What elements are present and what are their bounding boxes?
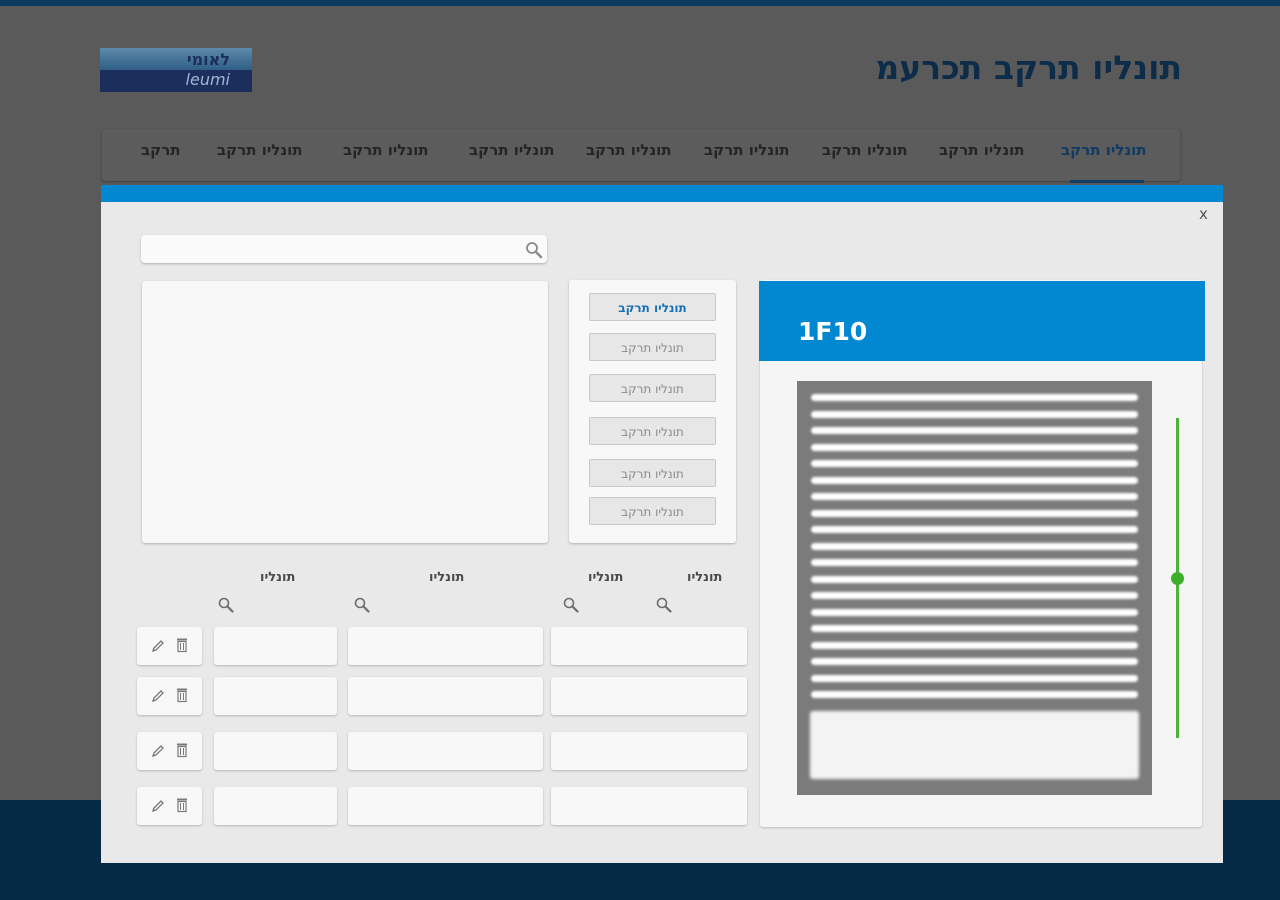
- table-cell[interactable]: [214, 677, 337, 715]
- table-cell[interactable]: [348, 787, 543, 825]
- leumi-logo[interactable]: לאומי leumi: [100, 48, 252, 92]
- nav-active-underline: [1070, 180, 1144, 183]
- table-cell[interactable]: [348, 627, 543, 665]
- doc-line: [811, 559, 1138, 566]
- zoom-slider-thumb[interactable]: [1171, 571, 1184, 585]
- doc-line: [811, 509, 1138, 517]
- modal-top-bar: [101, 185, 1223, 202]
- option-button-4[interactable]: תונליו תרקב: [589, 459, 716, 487]
- nav-item-3[interactable]: תונליו תרקב: [704, 141, 790, 159]
- close-button[interactable]: x: [1199, 205, 1208, 223]
- trash-icon[interactable]: [175, 742, 189, 758]
- edit-icon[interactable]: [151, 639, 165, 653]
- doc-line: [811, 476, 1138, 484]
- row-actions: [137, 732, 202, 770]
- doc-line: [811, 691, 1138, 698]
- edit-icon[interactable]: [151, 689, 165, 703]
- doc-line: [811, 394, 1138, 401]
- row-actions: [137, 787, 202, 825]
- doc-line: [811, 526, 1138, 533]
- nav-item-0[interactable]: תונליו תרקב: [1061, 141, 1147, 159]
- nav-item-7[interactable]: תונליו תרקב: [217, 141, 303, 159]
- doc-line: [811, 625, 1138, 632]
- trash-icon[interactable]: [175, 637, 189, 653]
- preview-code: 1F10: [798, 317, 868, 346]
- search-box: [141, 235, 547, 263]
- option-button-0[interactable]: תונליו תרקב: [589, 293, 716, 321]
- doc-line: [811, 674, 1138, 682]
- doc-line: [811, 575, 1138, 583]
- search-icon[interactable]: [525, 241, 543, 259]
- doc-footer-block: [810, 711, 1139, 779]
- column-search-icon[interactable]: [563, 597, 579, 613]
- logo-he: לאומי: [186, 50, 230, 69]
- edit-icon[interactable]: [151, 799, 165, 813]
- edit-icon[interactable]: [151, 744, 165, 758]
- text-area[interactable]: [142, 281, 548, 543]
- nav-item-2[interactable]: תונליו תרקב: [822, 141, 908, 159]
- table-cell[interactable]: [551, 677, 747, 715]
- doc-line: [811, 493, 1138, 500]
- column-header-2: תונליו: [429, 570, 465, 585]
- option-button-2[interactable]: תונליו תרקב: [589, 374, 716, 402]
- column-header-3: תונליו: [260, 570, 296, 585]
- top-strip: [0, 0, 1280, 6]
- logo-en: leumi: [185, 70, 230, 89]
- table-cell[interactable]: [551, 627, 747, 665]
- table-cell[interactable]: [214, 627, 337, 665]
- column-header-0: תונליו: [687, 570, 723, 585]
- modal-dialog: x תונליו תרקב תונליו תרקב תונליו תרקב תו…: [101, 185, 1223, 863]
- table-cell[interactable]: [551, 787, 747, 825]
- column-search-icon[interactable]: [656, 597, 672, 613]
- column-header-1: תונליו: [588, 570, 624, 585]
- nav-item-1[interactable]: תונליו תרקב: [939, 141, 1025, 159]
- table-cell[interactable]: [551, 732, 747, 770]
- page-title: תונליו תרקב תכרעמ: [875, 48, 1182, 87]
- doc-line: [811, 592, 1138, 599]
- nav-item-4[interactable]: תונליו תרקב: [586, 141, 672, 159]
- doc-line: [811, 658, 1138, 665]
- nav-item-5[interactable]: תונליו תרקב: [469, 141, 555, 159]
- search-input[interactable]: [141, 235, 511, 263]
- option-button-3[interactable]: תונליו תרקב: [589, 417, 716, 445]
- doc-line: [811, 427, 1138, 434]
- option-button-1[interactable]: תונליו תרקב: [589, 333, 716, 361]
- table-cell[interactable]: [348, 677, 543, 715]
- doc-line: [811, 641, 1138, 649]
- row-actions: [137, 627, 202, 665]
- table-cell[interactable]: [348, 732, 543, 770]
- table-cell[interactable]: [214, 787, 337, 825]
- doc-line: [811, 460, 1138, 467]
- options-panel: תונליו תרקב תונליו תרקב תונליו תרקב תונל…: [569, 280, 736, 543]
- doc-line: [811, 608, 1138, 616]
- doc-line: [811, 542, 1138, 550]
- nav-item-8[interactable]: תרקב: [141, 141, 180, 159]
- doc-line: [811, 443, 1138, 451]
- document-preview: [797, 381, 1152, 795]
- nav-item-6[interactable]: תונליו תרקב: [343, 141, 429, 159]
- doc-line: [811, 410, 1138, 418]
- row-actions: [137, 677, 202, 715]
- column-search-icon[interactable]: [354, 597, 370, 613]
- table-cell[interactable]: [214, 732, 337, 770]
- column-search-icon[interactable]: [218, 597, 234, 613]
- trash-icon[interactable]: [175, 687, 189, 703]
- trash-icon[interactable]: [175, 797, 189, 813]
- option-button-5[interactable]: תונליו תרקב: [589, 497, 716, 525]
